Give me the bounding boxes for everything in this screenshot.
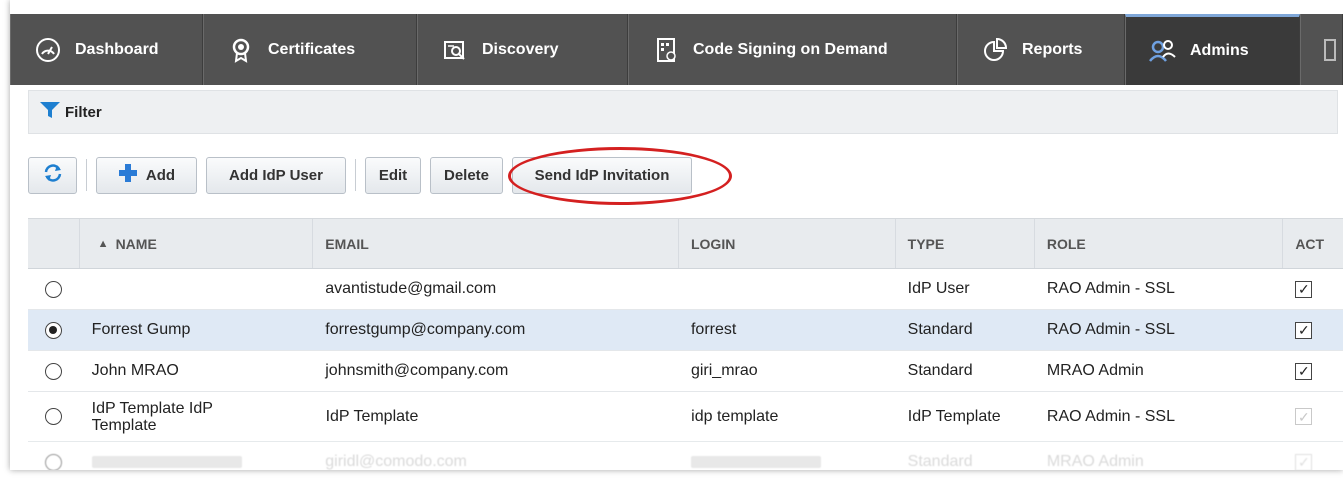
row-radio[interactable] [45,408,63,425]
column-label: ROLE [1046,235,1086,252]
add-idp-user-button[interactable]: Add IdP User [206,156,346,194]
table-row[interactable]: John MRAO johnsmith@company.com giri_mra… [28,351,1343,392]
add-idp-user-label: Add IdP User [229,166,323,184]
table-row[interactable]: avantistude@gmail.com IdP User RAO Admin… [28,269,1343,310]
column-header-type[interactable]: TYPE [896,219,1035,268]
tab-label: Reports [1022,40,1083,58]
cell-login [679,442,896,470]
cell-name: John MRAO [91,362,179,379]
app-window: Dashboard Certificates Discovery Code Si… [10,0,1343,470]
cell-email: johnsmith@company.com [325,362,509,379]
column-label: EMAIL [325,235,369,252]
sort-asc-icon: ▲ [97,237,109,250]
admins-table: ▲ NAME EMAIL LOGIN TYPE ROLE ACT avantis… [28,218,1343,470]
tab-certificates[interactable]: Certificates [203,14,417,85]
tab-dashboard[interactable]: Dashboard [10,14,203,85]
cell-login [679,269,896,309]
cell-type: IdP Template [907,407,1001,425]
cell-name [80,269,314,309]
table-header: ▲ NAME EMAIL LOGIN TYPE ROLE ACT [28,219,1343,269]
tab-admins[interactable]: Admins [1125,14,1300,85]
column-label: LOGIN [690,235,736,252]
active-checkbox[interactable]: ✓ [1295,408,1313,425]
refresh-button[interactable] [28,156,77,194]
cell-type: Standard [907,321,973,338]
table-row[interactable]: giridl@comodo.com Standard MRAO Admin ✓ [28,442,1343,470]
delete-button[interactable]: Delete [430,156,503,194]
cell-role: RAO Admin - SSL [1046,280,1175,297]
cell-type: IdP User [907,280,970,297]
tab-label: Code Signing on Demand [693,40,888,58]
cell-role: MRAO Admin [1046,362,1144,379]
cell-login: forrest [690,321,737,338]
active-checkbox[interactable]: ✓ [1295,280,1313,298]
active-checkbox[interactable]: ✓ [1295,321,1313,339]
tab-label: Admins [1190,42,1249,59]
cell-email: forrestgump@company.com [325,321,526,338]
cell-role: RAO Admin - SSL [1046,321,1175,338]
row-radio[interactable] [45,362,63,380]
edit-label: Edit [378,166,408,184]
tab-label: Dashboard [75,40,159,58]
select-column-header [28,219,80,268]
edit-button[interactable]: Edit [365,156,421,194]
column-header-login[interactable]: LOGIN [679,219,896,268]
refresh-icon [42,163,64,187]
toolbar-separator [355,159,356,191]
table-row[interactable]: Forrest Gump forrestgump@company.com for… [28,310,1343,351]
tab-code-signing[interactable]: Code Signing on Demand [628,14,957,85]
reports-icon [980,35,1010,65]
filter-bar[interactable]: Filter [28,90,1338,134]
cell-name: Forrest Gump [91,321,191,338]
cell-type: Standard [907,362,973,379]
row-radio[interactable] [45,321,63,339]
toolbar-separator [86,159,87,191]
add-button[interactable]: Add [96,156,197,194]
filter-label: Filter [65,103,102,121]
tab-label: Discovery [482,40,559,58]
admins-icon [1148,36,1178,66]
certificate-icon [226,35,256,65]
cell-role: RAO Admin - SSL [1046,407,1175,425]
cell-name [80,442,314,470]
plus-icon [118,163,138,187]
column-header-email[interactable]: EMAIL [313,219,679,268]
tab-discovery[interactable]: Discovery [417,14,628,85]
send-idp-invitation-button[interactable]: Send IdP Invitation [512,156,692,194]
tab-reports[interactable]: Reports [957,14,1125,85]
column-label: ACT [1295,235,1325,252]
top-nav: Dashboard Certificates Discovery Code Si… [10,0,1343,85]
cell-email: giridl@comodo.com [325,453,467,470]
cell-login: giri_mrao [690,362,758,379]
funnel-icon [39,101,61,123]
table-row[interactable]: IdP Template IdP Template IdP Template i… [28,392,1343,442]
code-signing-icon [651,35,681,65]
column-label: TYPE [907,235,945,252]
discovery-icon [440,35,470,65]
cell-type: Standard [907,453,973,470]
add-label: Add [145,166,176,184]
delete-label: Delete [443,166,490,184]
column-header-active[interactable]: ACT [1283,219,1343,268]
cell-role: MRAO Admin [1046,453,1144,470]
cell-name: IdP Template IdP Template [91,399,213,434]
more-icon [1323,35,1337,65]
cell-login: idp template [691,407,779,425]
column-header-name[interactable]: ▲ NAME [80,219,314,268]
tab-more[interactable] [1300,14,1343,85]
send-idp-invitation-label: Send IdP Invitation [534,166,670,184]
gauge-icon [33,35,63,65]
row-radio[interactable] [45,453,63,470]
cell-email: IdP Template [325,407,419,425]
tab-label: Certificates [268,40,356,58]
cell-email: avantistude@gmail.com [325,280,497,297]
column-label: NAME [115,235,157,252]
active-checkbox[interactable]: ✓ [1295,453,1313,470]
active-checkbox[interactable]: ✓ [1295,362,1313,380]
row-radio[interactable] [45,280,63,298]
column-header-role[interactable]: ROLE [1035,219,1284,268]
toolbar: Add Add IdP User Edit Delete Send IdP In… [28,155,701,195]
